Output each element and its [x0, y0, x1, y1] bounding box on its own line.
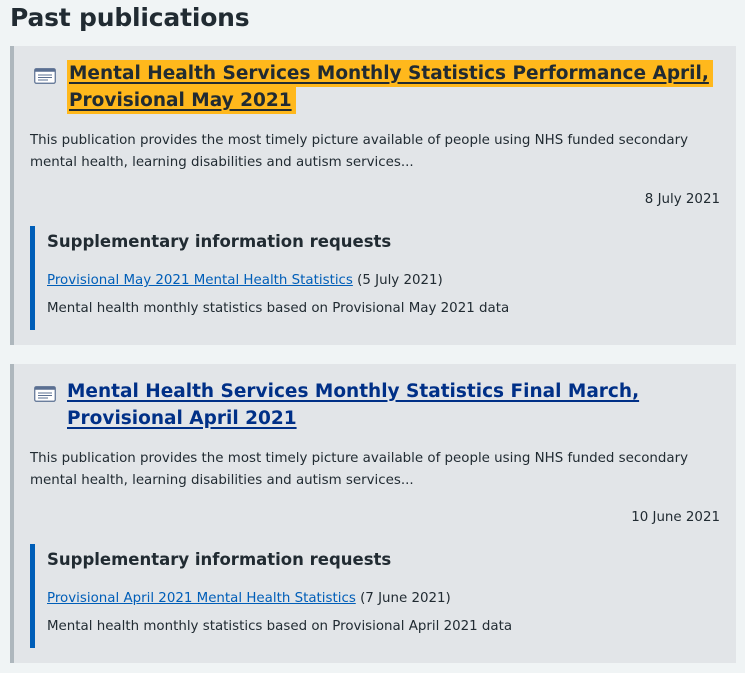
publication-title-link[interactable]: Mental Health Services Monthly Statistic… — [67, 381, 639, 429]
publication-card: Mental Health Services Monthly Statistic… — [10, 46, 736, 345]
publication-date: 8 July 2021 — [644, 192, 720, 207]
supplementary-link-date: (7 June 2021) — [360, 591, 451, 606]
supplementary-link-line: Provisional April 2021 Mental Health Sta… — [47, 588, 451, 610]
supplementary-link-line: Provisional May 2021 Mental Health Stati… — [47, 270, 443, 292]
publication-title-link[interactable]: Mental Health Services Monthly Statistic… — [67, 62, 713, 112]
supplementary-link-date: (5 July 2021) — [357, 273, 443, 288]
publication-title: Mental Health Services Monthly Statistic… — [67, 378, 732, 432]
publication-title: Mental Health Services Monthly Statistic… — [67, 60, 732, 114]
document-icon — [34, 386, 56, 402]
supplementary-description: Mental health monthly statistics based o… — [47, 301, 510, 316]
supplementary-link[interactable]: Provisional May 2021 Mental Health Stati… — [47, 273, 353, 288]
supplementary-info-panel: Supplementary information requests Provi… — [30, 544, 720, 648]
supplementary-heading: Supplementary information requests — [47, 550, 392, 569]
publication-card: Mental Health Services Monthly Statistic… — [10, 364, 736, 663]
publication-date: 10 June 2021 — [631, 510, 720, 525]
document-icon — [34, 68, 56, 84]
publication-description: This publication provides the most timel… — [30, 451, 689, 488]
page-title: Past publications — [10, 3, 250, 32]
supplementary-link[interactable]: Provisional April 2021 Mental Health Sta… — [47, 591, 356, 606]
publication-description: This publication provides the most timel… — [30, 133, 689, 170]
supplementary-heading: Supplementary information requests — [47, 232, 392, 251]
supplementary-description: Mental health monthly statistics based o… — [47, 619, 513, 634]
supplementary-info-panel: Supplementary information requests Provi… — [30, 226, 720, 330]
